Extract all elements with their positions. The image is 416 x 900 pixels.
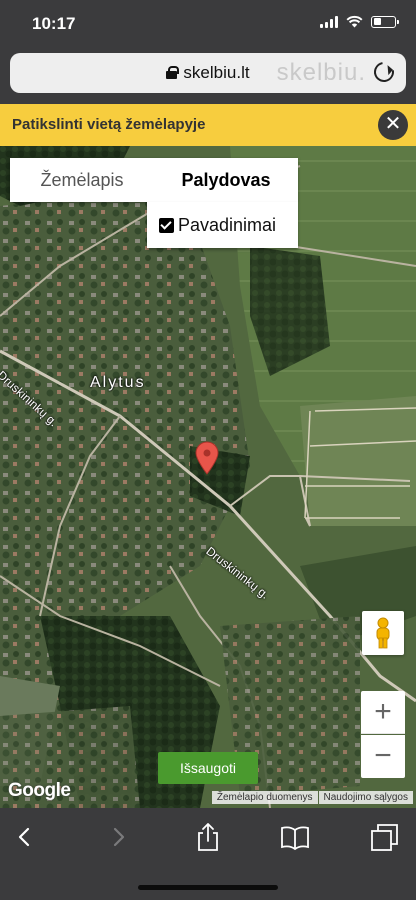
address-bar[interactable]: skelbiu.lt skelbiu. (10, 53, 406, 93)
labels-checkbox-label: Pavadinimai (178, 214, 277, 235)
back-icon[interactable] (10, 822, 40, 852)
labels-toggle[interactable]: Pavadinimai (147, 202, 298, 248)
close-icon: ✕ (384, 113, 402, 135)
map-data-link[interactable]: Žemėlapio duomenys (211, 791, 318, 804)
map-attribution: Žemėlapio duomenys Naudojimo sąlygos (211, 791, 413, 804)
close-button[interactable]: ✕ (378, 110, 408, 140)
zoom-in-button[interactable]: + (361, 691, 405, 734)
save-button[interactable]: Išsaugoti (158, 752, 258, 784)
share-icon[interactable] (193, 822, 223, 852)
dialog-title: Patikslinti vietą žemėlapyje (12, 116, 206, 133)
town-label: Alytus (90, 374, 146, 391)
bookmarks-icon[interactable] (280, 822, 310, 852)
home-indicator (138, 885, 278, 890)
browser-toolbar (0, 808, 416, 900)
pegman-icon (376, 617, 390, 649)
zoom-out-button[interactable]: − (361, 735, 405, 778)
status-bar: 10:17 (0, 0, 416, 48)
google-logo: Google (8, 780, 71, 801)
satellite-map[interactable]: Žemėlapis Palydovas Pavadinimai Alytus D… (0, 146, 416, 808)
labels-checkbox[interactable] (159, 217, 174, 233)
terms-link[interactable]: Naudojimo sąlygos (318, 791, 413, 804)
battery-icon (371, 15, 399, 28)
map-dialog-header: Patikslinti vietą žemėlapyje ✕ (0, 104, 416, 146)
wifi-icon (346, 15, 363, 28)
status-time: 10:17 (32, 14, 76, 33)
status-icons (320, 15, 399, 28)
forward-icon[interactable] (103, 822, 133, 852)
street-view-button[interactable] (362, 611, 404, 655)
watermark-logo: skelbiu. (276, 59, 366, 86)
lock-icon (166, 66, 180, 79)
tab-map[interactable]: Žemėlapis (10, 158, 154, 202)
map-type-control: Žemėlapis Palydovas (10, 158, 298, 202)
location-pin-icon[interactable] (195, 441, 219, 480)
cellular-signal-icon (320, 15, 338, 28)
tabs-icon[interactable] (370, 822, 400, 852)
tab-satellite[interactable]: Palydovas (154, 158, 298, 202)
url-text: skelbiu.lt (183, 63, 250, 82)
